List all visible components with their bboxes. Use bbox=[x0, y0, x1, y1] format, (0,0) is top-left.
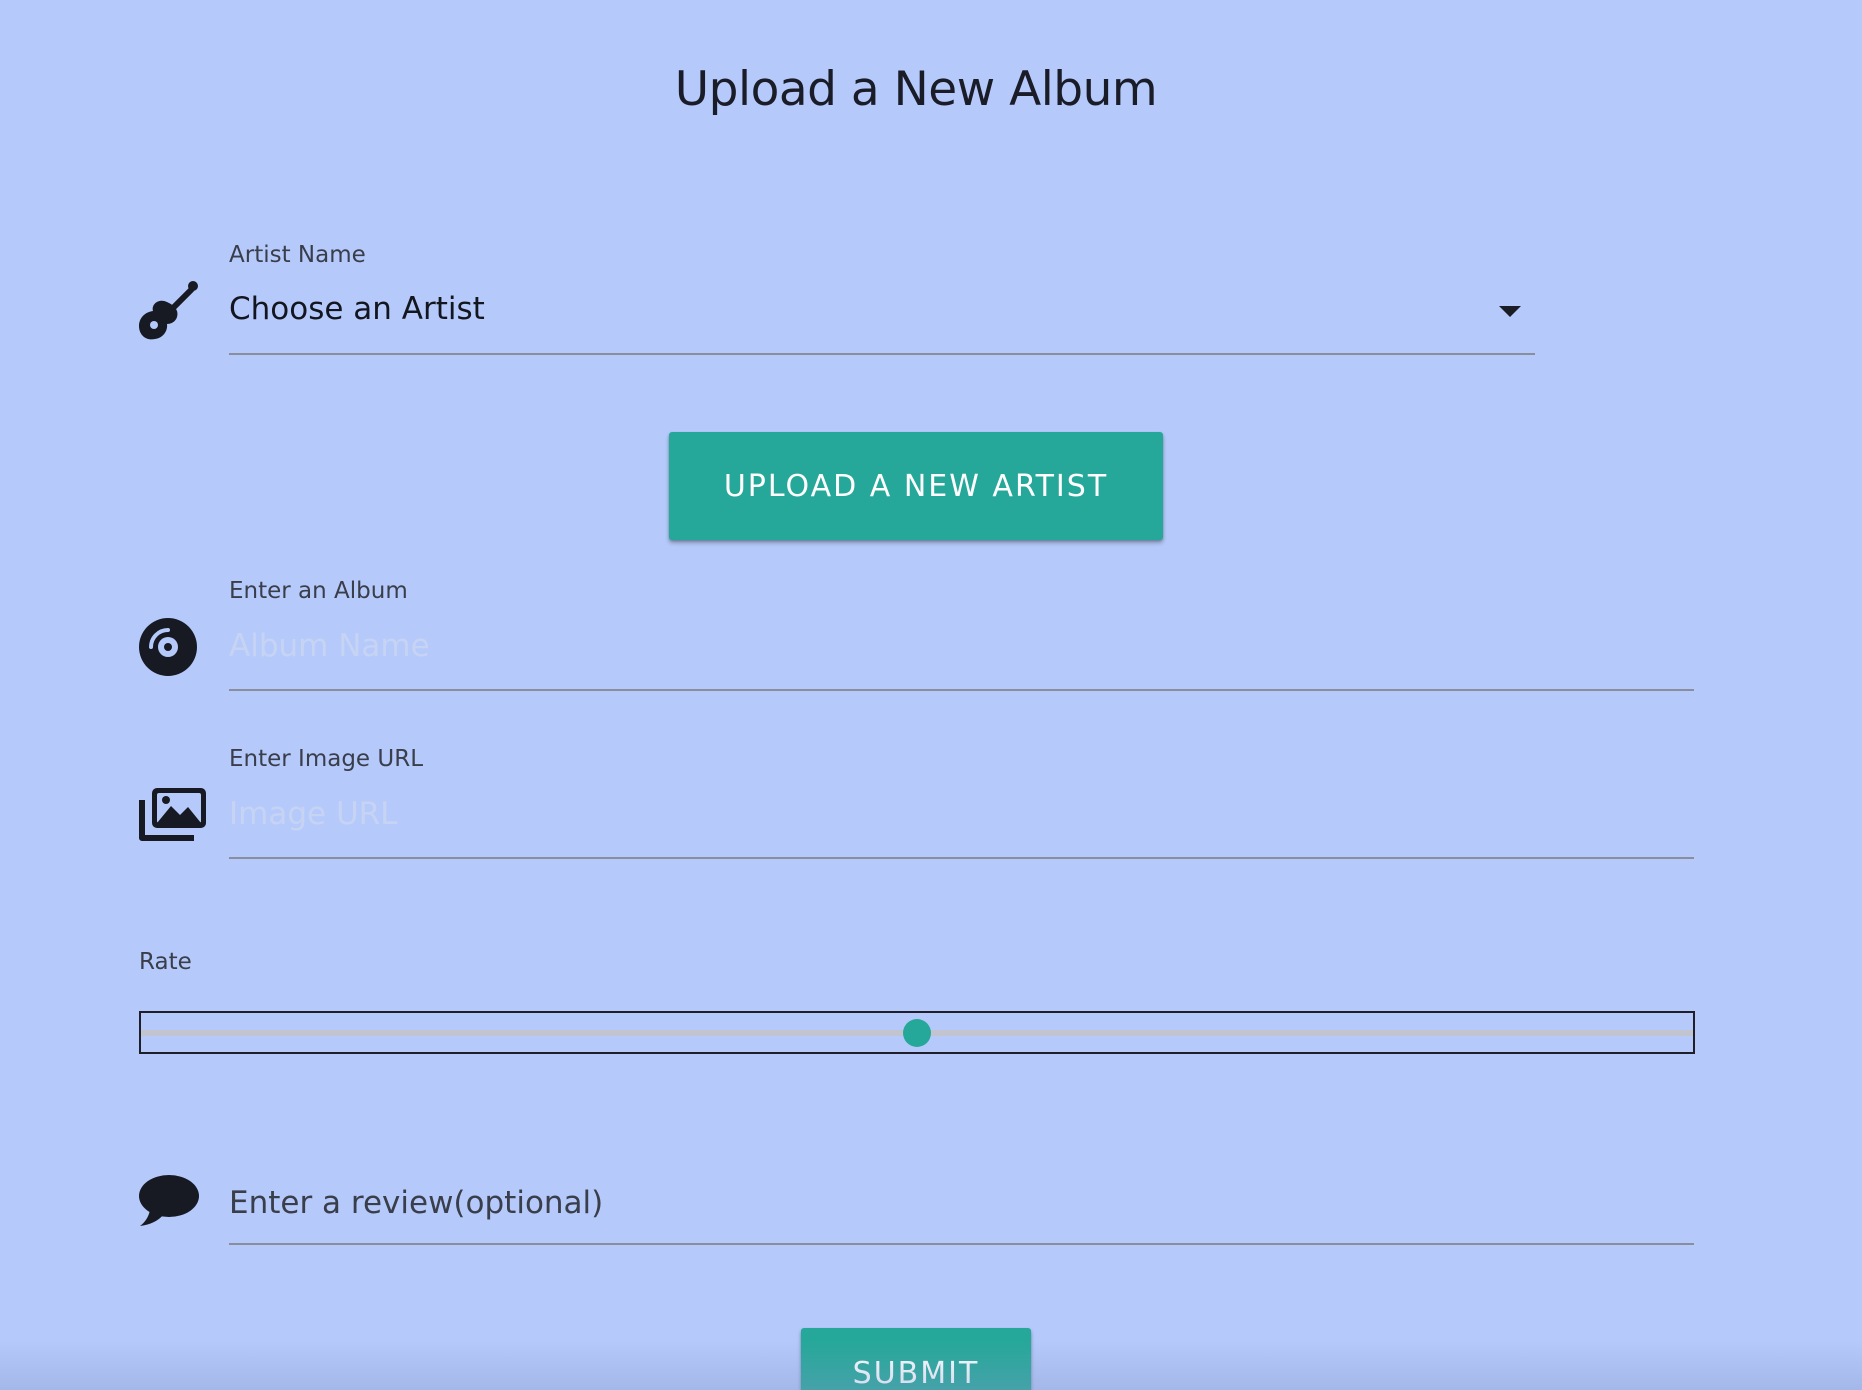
upload-new-artist-button[interactable]: UPLOAD A NEW ARTIST bbox=[669, 432, 1163, 540]
rate-label: Rate bbox=[139, 949, 192, 975]
rate-slider[interactable] bbox=[139, 1011, 1695, 1054]
artist-select-underline bbox=[229, 353, 1535, 355]
review-underline bbox=[229, 1243, 1694, 1245]
album-name-underline bbox=[229, 689, 1694, 691]
enter-album-label: Enter an Album bbox=[229, 578, 408, 604]
images-icon bbox=[138, 786, 208, 842]
vinyl-record-icon bbox=[138, 617, 198, 677]
rate-slider-thumb[interactable] bbox=[903, 1019, 931, 1047]
album-name-input[interactable] bbox=[229, 624, 1693, 668]
submit-button[interactable]: SUBMIT bbox=[801, 1328, 1031, 1390]
review-input[interactable] bbox=[229, 1180, 1693, 1226]
artist-name-label: Artist Name bbox=[229, 242, 366, 268]
page-title: Upload a New Album bbox=[674, 62, 1158, 117]
chevron-down-icon bbox=[1499, 306, 1521, 317]
guitar-icon bbox=[137, 278, 201, 342]
enter-image-url-label: Enter Image URL bbox=[229, 746, 424, 772]
speech-bubble-icon bbox=[138, 1174, 200, 1228]
image-url-input[interactable] bbox=[229, 792, 1693, 836]
artist-select-value: Choose an Artist bbox=[229, 291, 485, 327]
image-url-underline bbox=[229, 857, 1694, 859]
